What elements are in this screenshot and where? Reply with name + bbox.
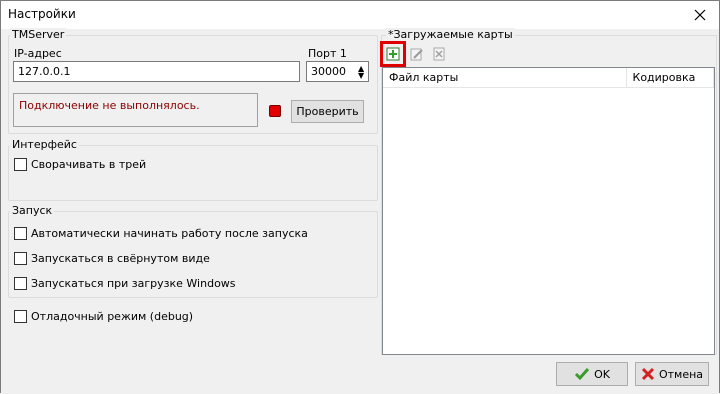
checkbox-box[interactable] (14, 277, 27, 290)
cancel-button[interactable]: Отмена (635, 362, 709, 386)
status-box: Подключение не выполнялось. (13, 93, 258, 127)
start-with-windows-checkbox[interactable]: Запускаться при загрузке Windows (14, 277, 236, 290)
delete-map-icon (433, 47, 445, 61)
add-map-icon (386, 47, 400, 61)
edit-map-button[interactable] (407, 44, 427, 64)
checkbox-box[interactable] (14, 158, 27, 171)
interface-group-title: Интерфейс (10, 138, 79, 151)
close-button[interactable] (687, 4, 713, 26)
status-indicator (269, 105, 281, 117)
minimize-to-tray-label: Сворачивать в трей (31, 158, 147, 171)
maps-group-title: *Загружаемые карты (386, 28, 515, 41)
start-minimized-checkbox[interactable]: Запускаться в свёрнутом виде (14, 252, 210, 265)
edit-map-icon (410, 48, 423, 61)
port-label: Порт 1 (308, 47, 347, 60)
cross-icon (641, 367, 655, 381)
checkbox-box[interactable] (14, 310, 27, 323)
cancel-label: Отмена (658, 367, 704, 381)
maps-list-header: Файл карты Кодировка (383, 68, 714, 88)
checkmark-icon (575, 368, 590, 381)
column-encoding[interactable]: Кодировка (627, 68, 714, 88)
ok-label: OK (594, 367, 610, 381)
port-spinner-icon[interactable]: ▲ ▼ (358, 65, 364, 80)
start-minimized-label: Запускаться в свёрнутом виде (31, 252, 210, 265)
connection-status-text: Подключение не выполнялось. (19, 99, 200, 112)
window-title: Настройки (8, 7, 76, 21)
title-bar: Настройки (1, 1, 719, 29)
minimize-to-tray-checkbox[interactable]: Сворачивать в трей (14, 158, 146, 171)
maps-list[interactable]: Файл карты Кодировка (382, 67, 715, 355)
debug-mode-checkbox[interactable]: Отладочный режим (debug) (14, 310, 193, 323)
add-map-button[interactable] (380, 41, 406, 67)
interface-group (8, 145, 378, 201)
checkbox-box[interactable] (14, 252, 27, 265)
column-map-file[interactable]: Файл карты (383, 68, 627, 88)
startup-group-title: Запуск (10, 204, 55, 217)
debug-mode-label: Отладочный режим (debug) (31, 310, 194, 323)
ip-label: IP-адрес (14, 47, 62, 60)
check-connection-button[interactable]: Проверить (291, 100, 364, 123)
tmserver-group-title: TMServer (10, 28, 67, 41)
ip-address-input[interactable] (13, 61, 300, 82)
settings-window: Настройки TMServer IP-адрес Порт 1 ▲▼ По… (0, 0, 720, 394)
checkbox-box[interactable] (14, 227, 27, 240)
check-connection-label: Проверить (296, 105, 359, 118)
delete-map-button[interactable] (429, 44, 449, 64)
auto-start-label: Автоматически начинать работу после запу… (31, 227, 308, 240)
close-icon (694, 9, 706, 21)
auto-start-checkbox[interactable]: Автоматически начинать работу после запу… (14, 227, 308, 240)
ok-button[interactable]: OK (556, 362, 628, 386)
start-with-windows-label: Запускаться при загрузке Windows (31, 277, 236, 290)
